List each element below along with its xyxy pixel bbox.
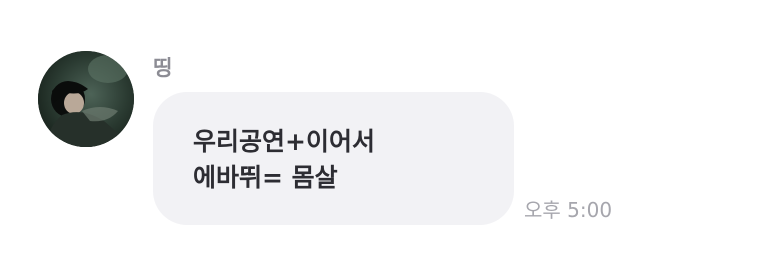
message-text: 우리공연+이어서 에바뛰= 몸살 <box>193 124 375 196</box>
message-timestamp: 오후 5:00 <box>524 198 613 222</box>
user-avatar-photo-icon <box>38 51 134 147</box>
message-line: 우리공연+이어서 <box>193 127 375 156</box>
message-bubble[interactable]: 우리공연+이어서 에바뛰= 몸살 <box>153 92 514 225</box>
avatar[interactable] <box>38 51 134 147</box>
sender-name: 띵 <box>153 56 173 80</box>
message-line: 에바뛰= 몸살 <box>193 163 338 192</box>
